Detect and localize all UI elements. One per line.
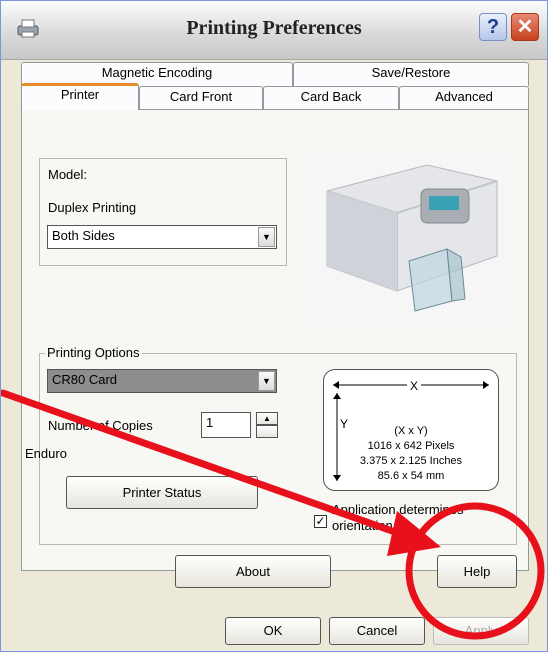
model-label: Model: [48, 167, 88, 182]
tab-card-front[interactable]: Card Front [139, 86, 263, 109]
card-type-value: CR80 Card [52, 372, 118, 387]
copies-down-button[interactable] [256, 425, 278, 438]
card-printer-image [297, 151, 515, 327]
cancel-button[interactable]: Cancel [329, 617, 425, 645]
copies-input[interactable]: 1 [201, 412, 251, 438]
tab-save-restore[interactable]: Save/Restore [293, 62, 529, 86]
help-button[interactable]: Help [437, 555, 517, 588]
tab-advanced[interactable]: Advanced [399, 86, 529, 109]
chevron-down-icon[interactable]: ▼ [258, 371, 275, 391]
copies-value: 1 [206, 415, 214, 430]
dimension-mm: 85.6 x 54 mm [377, 470, 445, 482]
title-bar[interactable]: Printing Preferences ? ✕ [1, 1, 547, 60]
close-button[interactable]: ✕ [511, 13, 539, 41]
dimension-inches: 3.375 x 2.125 Inches [359, 455, 463, 467]
title-help-button[interactable]: ? [479, 13, 507, 41]
tab-card-back[interactable]: Card Back [263, 86, 399, 109]
printer-status-button[interactable]: Printer Status [66, 476, 258, 509]
printing-options-legend: Printing Options [45, 345, 142, 360]
ok-button[interactable]: OK [225, 617, 321, 645]
dimension-xy: (X x Y) [394, 425, 428, 437]
apply-button[interactable]: Apply [433, 617, 529, 645]
about-button[interactable]: About [175, 555, 331, 588]
printing-preferences-dialog: Printing Preferences ? ✕ Magnetic Encodi… [0, 0, 548, 652]
dimension-x-label: X [407, 379, 422, 393]
duplex-printing-select[interactable]: Both Sides ▼ [47, 225, 277, 249]
tab-printer[interactable]: Printer [21, 83, 139, 110]
chevron-down-icon[interactable]: ▼ [258, 227, 275, 247]
card-type-select[interactable]: CR80 Card ▼ [47, 369, 277, 393]
orientation-label: Application determines orientation [332, 502, 464, 533]
copies-label: Number of Copies [48, 418, 153, 433]
duplex-value: Both Sides [52, 228, 115, 243]
printer-name: Enduro [25, 446, 67, 461]
duplex-printing-label: Duplex Printing [48, 200, 137, 215]
orientation-checkbox[interactable]: ✓ [314, 515, 327, 528]
dimension-pixels: 1016 x 642 Pixels [367, 440, 455, 452]
copies-up-button[interactable]: ▲ [256, 412, 278, 425]
window-title: Printing Preferences [186, 17, 362, 39]
